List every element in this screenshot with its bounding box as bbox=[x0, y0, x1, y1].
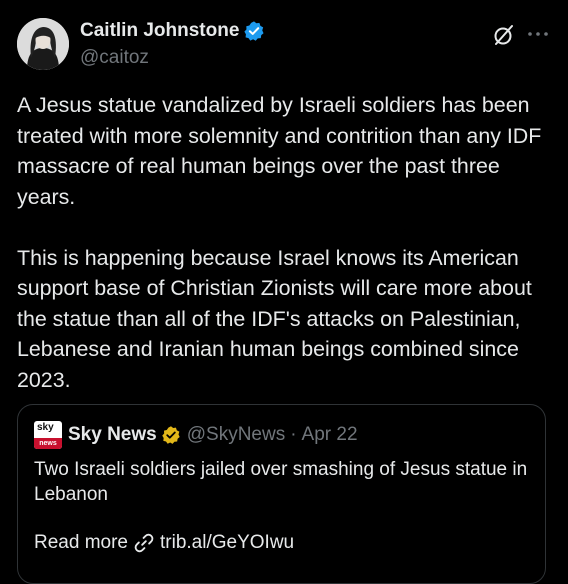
author-handle[interactable]: @caitoz bbox=[80, 47, 149, 69]
quote-timestamp[interactable]: Apr 22 bbox=[302, 424, 358, 446]
quote-separator: · bbox=[290, 424, 297, 445]
quoted-tweet[interactable]: sky news Sky News @SkyNews · Apr 22 Two … bbox=[17, 404, 546, 584]
quote-link[interactable]: trib.al/GeYOIwu bbox=[160, 532, 294, 554]
avatar[interactable] bbox=[17, 18, 69, 70]
quote-header: sky news Sky News @SkyNews · Apr 22 bbox=[34, 421, 358, 449]
sky-logo-news-strip: news bbox=[34, 438, 62, 449]
gold-verified-badge-icon[interactable] bbox=[161, 425, 181, 445]
quote-author-name[interactable]: Sky News bbox=[68, 424, 157, 446]
tweet-text: A Jesus statue vandalized by Israeli sol… bbox=[17, 93, 542, 392]
sky-news-logo[interactable]: sky news bbox=[34, 421, 62, 449]
author-name-text: Caitlin Johnstone bbox=[80, 20, 240, 41]
quote-author-handle[interactable]: @SkyNews bbox=[187, 424, 285, 446]
quote-link-row: Read more trib.al/GeYOIwu bbox=[34, 532, 294, 554]
avatar-image bbox=[17, 18, 69, 70]
grok-icon[interactable] bbox=[492, 23, 516, 47]
tweet-card: Caitlin Johnstone @caitoz A Jesus statue… bbox=[0, 0, 568, 584]
verified-badge-icon[interactable] bbox=[243, 20, 265, 42]
read-more-label: Read more bbox=[34, 532, 128, 553]
link-icon bbox=[134, 533, 154, 553]
sky-logo-word: sky bbox=[37, 422, 54, 433]
more-icon[interactable] bbox=[524, 22, 552, 46]
quote-text: Two Israeli soldiers jailed over smashin… bbox=[34, 459, 528, 505]
author-name[interactable]: Caitlin Johnstone bbox=[80, 20, 265, 42]
